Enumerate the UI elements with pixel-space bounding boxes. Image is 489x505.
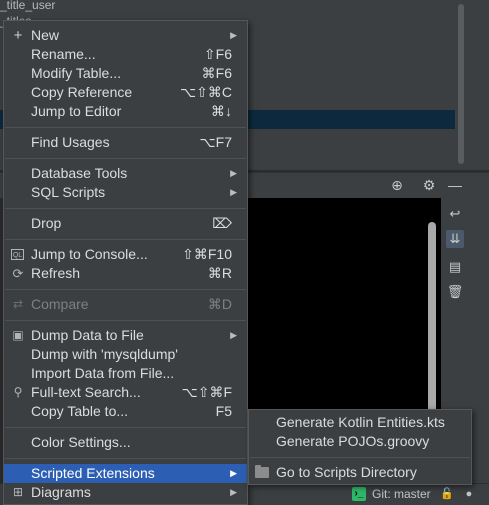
status-indicator-icon[interactable]: ●	[462, 486, 476, 502]
target-icon[interactable]: ⊕	[387, 175, 407, 195]
menu-item-copy-table-to[interactable]: Copy Table to... F5	[4, 402, 247, 421]
plus-icon: +	[13, 27, 23, 44]
menu-item-copy-reference[interactable]: Copy Reference ⌥⇧⌘C	[4, 83, 247, 102]
refresh-icon: ⟳	[12, 266, 24, 281]
menu-item-new[interactable]: + New ▶	[4, 26, 247, 45]
menu-separator	[5, 158, 246, 159]
menu-separator	[5, 289, 246, 290]
console-scrollbar[interactable]	[428, 222, 436, 420]
menu-item-rename[interactable]: Rename... ⇧F6	[4, 45, 247, 64]
menu-separator	[5, 127, 246, 128]
context-menu: + New ▶ Rename... ⇧F6 Modify Table... ⌘F…	[3, 20, 248, 505]
menu-item-import-data[interactable]: Import Data from File...	[4, 364, 247, 383]
git-branch-label[interactable]: Git: master	[372, 486, 431, 502]
folder-icon	[255, 465, 269, 478]
menu-separator	[5, 208, 246, 209]
scroll-to-end-icon[interactable]: ⇊	[446, 230, 464, 248]
gear-icon[interactable]: ⚙	[419, 175, 439, 195]
compare-icon: ⇄	[12, 297, 24, 311]
print-icon[interactable]: ▤	[446, 258, 464, 276]
menu-item-jump-to-console[interactable]: QL Jump to Console... ⇧⌘F10	[4, 245, 247, 264]
menu-item-dump-data-to-file[interactable]: ▣ Dump Data to File ▶	[4, 326, 247, 345]
diagram-icon: ⊞	[12, 485, 24, 499]
menu-separator	[250, 457, 470, 458]
menu-separator	[5, 320, 246, 321]
menu-separator	[5, 458, 246, 459]
save-icon: ▣	[12, 328, 24, 342]
tree-scrollbar[interactable]	[458, 4, 464, 164]
chevron-right-icon: ▶	[230, 168, 237, 178]
search-icon: ⚲	[13, 385, 23, 399]
menu-item-diagrams[interactable]: ⊞ Diagrams ▶	[4, 483, 247, 502]
chevron-right-icon: ▶	[230, 487, 237, 497]
console-output[interactable]	[245, 198, 441, 420]
chevron-right-icon: ▶	[230, 187, 237, 197]
menu-item-drop[interactable]: Drop ⌦	[4, 214, 247, 233]
menu-item-dump-with-mysqldump[interactable]: Dump with 'mysqldump'	[4, 345, 247, 364]
menu-item-scripted-extensions[interactable]: Scripted Extensions ▶	[4, 464, 247, 483]
minimize-icon[interactable]: —	[445, 175, 465, 195]
menu-item-find-usages[interactable]: Find Usages ⌥F7	[4, 133, 247, 152]
menu-item-jump-to-editor[interactable]: Jump to Editor ⌘↓	[4, 102, 247, 121]
submenu-item-generate-pojos[interactable]: Generate POJOs.groovy	[249, 432, 471, 451]
submenu-item-go-to-scripts-directory[interactable]: Go to Scripts Directory	[249, 463, 471, 482]
lock-icon[interactable]: 🔓	[440, 486, 454, 502]
chevron-right-icon: ▶	[230, 330, 237, 340]
menu-item-modify-table[interactable]: Modify Table... ⌘F6	[4, 64, 247, 83]
menu-item-sql-scripts[interactable]: SQL Scripts ▶	[4, 183, 247, 202]
menu-item-database-tools[interactable]: Database Tools ▶	[4, 164, 247, 183]
chevron-right-icon: ▶	[230, 468, 237, 478]
soft-wrap-icon[interactable]: ↩	[446, 205, 464, 223]
menu-item-full-text-search[interactable]: ⚲ Full-text Search... ⌥⇧⌘F	[4, 383, 247, 402]
menu-item-compare[interactable]: ⇄ Compare ⌘D	[4, 295, 247, 314]
trash-icon[interactable]: 🗑	[446, 283, 464, 301]
menu-separator	[5, 239, 246, 240]
menu-item-color-settings[interactable]: Color Settings...	[4, 433, 247, 452]
scripted-extensions-submenu: Generate Kotlin Entities.kts Generate PO…	[248, 409, 472, 485]
ql-console-icon: QL	[11, 249, 24, 260]
menu-separator	[5, 427, 246, 428]
chevron-right-icon: ▶	[230, 30, 237, 40]
menu-item-refresh[interactable]: ⟳ Refresh ⌘R	[4, 264, 247, 283]
terminal-icon[interactable]: ›_	[352, 487, 366, 501]
submenu-item-generate-kotlin[interactable]: Generate Kotlin Entities.kts	[249, 413, 471, 432]
